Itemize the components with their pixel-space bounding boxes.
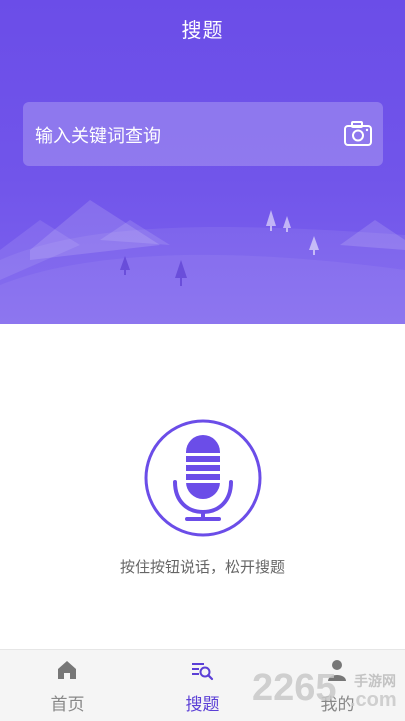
watermark-suffix: .com	[350, 689, 397, 711]
page-title: 搜题	[181, 18, 224, 42]
home-icon	[58, 661, 76, 679]
tab-home-label: 首页	[50, 695, 85, 715]
tab-home[interactable]: 首页	[0, 650, 135, 721]
voice-hint: 按住按钮说话，松开搜题	[119, 558, 285, 576]
watermark-brand: 2265	[252, 667, 337, 709]
voice-search-button[interactable]	[143, 418, 263, 538]
search-bar[interactable]: 输入关键词查询	[23, 102, 383, 166]
site-watermark: 2265 手游网 .com	[252, 667, 397, 711]
mountain-scenery	[0, 200, 405, 324]
watermark-tagline: 手游网	[354, 673, 396, 690]
camera-icon[interactable]	[343, 120, 373, 148]
search-input[interactable]: 输入关键词查询	[35, 122, 161, 148]
search-list-icon	[192, 663, 214, 681]
header-banner: 搜题 输入关键词查询	[0, 0, 405, 324]
